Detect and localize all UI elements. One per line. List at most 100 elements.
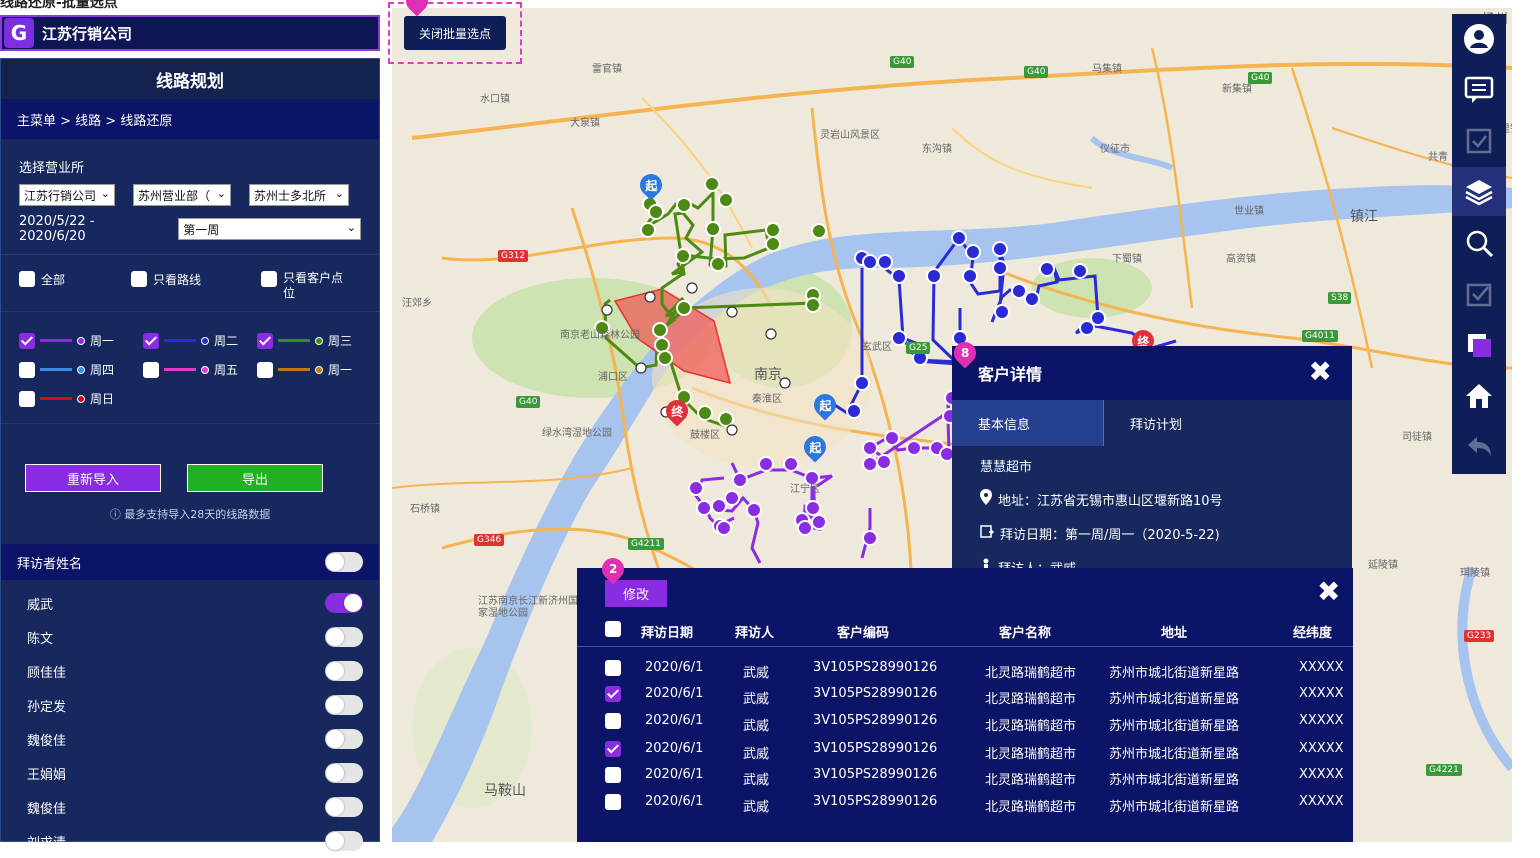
row-checkbox[interactable]	[605, 660, 621, 676]
filter-customer-only[interactable]: 只看客户点位	[261, 271, 361, 301]
point-color-dot	[77, 394, 85, 403]
message-icon[interactable]	[1452, 65, 1506, 114]
tab-visit-plan[interactable]: 拜访计划	[1104, 400, 1256, 446]
filter-checkbox[interactable]	[261, 271, 277, 287]
square-icon[interactable]	[1452, 321, 1506, 370]
table-row[interactable]: 2020/6/1 武威 3V105PS28990126 北灵路瑞鹤超市 苏州市城北街道新…	[577, 709, 1353, 735]
row-checkbox[interactable]	[605, 686, 621, 702]
close-icon[interactable]: ✖	[1309, 358, 1332, 386]
weekday-filter-item[interactable]: 周五	[143, 361, 257, 378]
weekday-label: 周一	[328, 363, 353, 377]
weekday-checkbox[interactable]	[257, 332, 273, 349]
weekday-checkbox[interactable]	[257, 361, 273, 378]
close-icon[interactable]: ✖	[1317, 578, 1340, 606]
calendar-icon	[980, 524, 995, 542]
tab-basic-info[interactable]: 基本信息	[952, 400, 1104, 446]
visitor-toggle[interactable]	[325, 797, 363, 817]
road-badge: G40	[1248, 72, 1273, 84]
back-icon[interactable]	[1452, 423, 1506, 472]
visitor-toggle[interactable]	[325, 729, 363, 749]
map-label: 仪征市	[1100, 144, 1130, 155]
column-header: 客户编码	[837, 626, 890, 641]
cell-code: 3V105PS28990126	[813, 767, 938, 782]
office-select[interactable]: 苏州士多北所 ⌄	[249, 184, 349, 206]
weekday-label: 周四	[90, 363, 115, 377]
check-icon[interactable]	[1452, 270, 1506, 319]
filter-all[interactable]: 全部	[19, 271, 131, 301]
road-badge: G40	[890, 56, 915, 68]
row-checkbox[interactable]	[605, 767, 621, 783]
weekday-filter-item[interactable]: 周四	[19, 361, 143, 378]
user-icon[interactable]	[1452, 14, 1506, 63]
weekday-checkbox[interactable]	[19, 332, 35, 349]
visit-date: 拜访日期：第一周/周一（2020-5-22)	[952, 516, 1352, 550]
cell-code: 3V105PS28990126	[813, 794, 938, 809]
visitor-row: 威武	[1, 586, 379, 620]
company-select[interactable]: 江苏行销公司 ⌄	[19, 184, 115, 206]
map-label: 江苏南京长江新济州国家湿地公园	[478, 596, 578, 619]
home-icon[interactable]	[1452, 372, 1506, 421]
row-checkbox[interactable]	[605, 741, 621, 757]
visitor-row: 陈文	[1, 620, 379, 654]
visitor-toggle[interactable]	[325, 695, 363, 715]
person-icon	[980, 558, 992, 568]
info-icon: ⓘ	[109, 508, 121, 521]
batch-select-frame: 关闭批量选点	[388, 0, 522, 64]
visitor-toggle[interactable]	[325, 763, 363, 783]
row-checkbox[interactable]	[605, 794, 621, 810]
filter-checkbox[interactable]	[131, 271, 147, 287]
select-all-checkbox[interactable]	[605, 621, 621, 637]
reimport-button[interactable]: 重新导入	[25, 464, 161, 492]
edit-button[interactable]: 修改	[605, 580, 667, 607]
cell-address: 苏州市城北街道新星路	[1109, 719, 1240, 734]
weekday-checkbox[interactable]	[143, 361, 159, 378]
cell-date: 2020/6/1	[645, 660, 704, 675]
visitor-toggle[interactable]	[325, 627, 363, 647]
visitor-name: 刘求清	[27, 835, 67, 851]
panel-title: 线路规划	[1, 59, 379, 99]
weekday-checkbox[interactable]	[19, 390, 35, 407]
visitor-row: 顾佳佳	[1, 654, 379, 688]
table-row[interactable]: 2020/6/1 武威 3V105PS28990126 北灵路瑞鹤超市 苏州市城北街道新…	[577, 656, 1353, 682]
page-title: 线路还原-批量选点	[0, 0, 118, 11]
weekday-filter-item[interactable]: 周二	[143, 332, 257, 349]
close-batch-select-button[interactable]: 关闭批量选点	[404, 16, 506, 50]
visitor-list: 威武 陈文 顾佳佳 孙定发 魏俊佳 王娟娟 魏俊佳 刘求清	[1, 580, 379, 858]
task-icon[interactable]	[1452, 116, 1506, 165]
search-icon[interactable]	[1452, 218, 1506, 267]
weekday-checkbox[interactable]	[143, 332, 159, 349]
filter-route-only[interactable]: 只看路线	[131, 271, 261, 301]
visitor-name: 顾佳佳	[27, 665, 67, 681]
weekday-filter-item[interactable]: 周一	[257, 361, 367, 378]
map-label: 司徒镇	[1402, 432, 1432, 443]
visitor-name: 王娟娟	[27, 767, 67, 783]
layers-icon[interactable]	[1452, 167, 1506, 217]
department-select[interactable]: 苏州营业部（ ⌄	[133, 184, 231, 206]
weekday-filter-item[interactable]: 周一	[19, 332, 143, 349]
row-checkbox[interactable]	[605, 713, 621, 729]
cell-name: 北灵路瑞鹤超市	[985, 719, 1077, 734]
cell-name: 北灵路瑞鹤超市	[985, 692, 1077, 707]
filter-checkbox[interactable]	[19, 271, 35, 287]
table-row[interactable]: 2020/6/1 武威 3V105PS28990126 北灵路瑞鹤超市 苏州市城北街道新…	[577, 682, 1353, 708]
breadcrumb[interactable]: 主菜单 > 线路 > 线路还原	[1, 99, 379, 139]
cell-date: 2020/6/1	[645, 794, 704, 809]
week-select[interactable]: 第一周 ⌄	[178, 218, 361, 240]
table-row[interactable]: 2020/6/1 武威 3V105PS28990126 北灵路瑞鹤超市 苏州市城北街道新…	[577, 737, 1353, 763]
map-label: 水口镇	[480, 94, 510, 105]
visitor-toggle[interactable]	[325, 593, 363, 613]
visitor-all-toggle[interactable]	[325, 552, 363, 572]
weekday-filter-item[interactable]: 周日	[19, 390, 143, 407]
branch-select-label: 选择营业所	[19, 161, 85, 176]
weekday-checkbox[interactable]	[19, 361, 35, 378]
visitor-toggle[interactable]	[325, 831, 363, 851]
table-row[interactable]: 2020/6/1 武威 3V105PS28990126 北灵路瑞鹤超市 苏州市城北街道新…	[577, 790, 1353, 816]
weekday-filter-item[interactable]: 周三	[257, 332, 367, 349]
date-range[interactable]: 2020/5/22 - 2020/6/20	[19, 214, 164, 244]
table-row[interactable]: 2020/6/1 武威 3V105PS28990126 北灵路瑞鹤超市 苏州市城北街道新…	[577, 763, 1353, 789]
customer-detail-popup: 客户详情 ✖ 基本信息 拜访计划 慧慧超市 地址：江苏省无锡市惠山区堰新路10号…	[952, 346, 1352, 568]
map-label: 鼓楼区	[690, 430, 720, 441]
cell-address: 苏州市城北街道新星路	[1109, 800, 1240, 815]
visitor-toggle[interactable]	[325, 661, 363, 681]
export-button[interactable]: 导出	[187, 464, 323, 492]
